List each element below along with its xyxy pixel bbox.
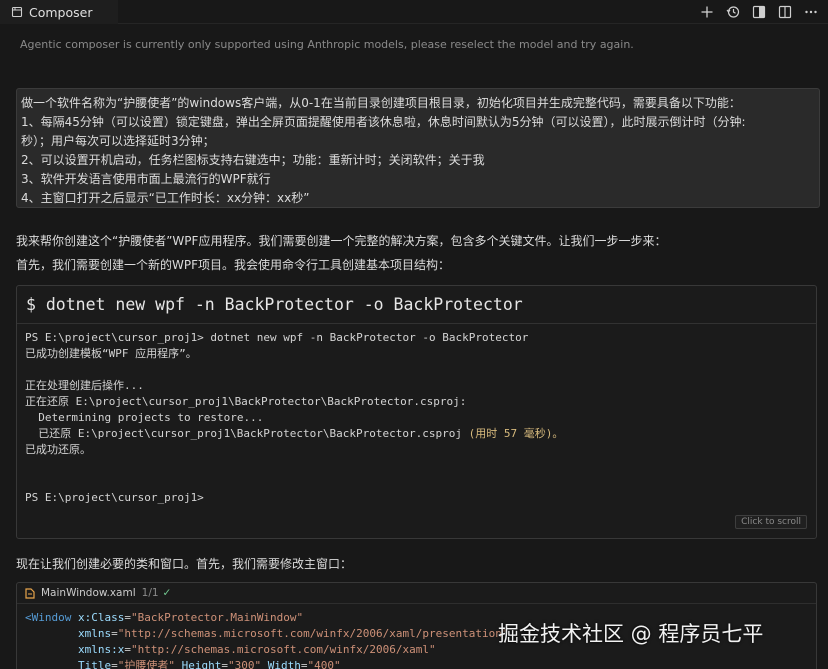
toolbar <box>696 3 822 21</box>
code-token: x:Class <box>78 611 125 624</box>
code-token: = <box>111 627 118 640</box>
code-line: Title="护腰使者" Height="300" Width="400" <box>25 658 816 669</box>
terminal-line: 已成功还原。 <box>25 443 91 456</box>
file-icon <box>25 587 35 599</box>
code-token: = <box>124 643 131 656</box>
code-page-count: 1/1 <box>141 587 159 599</box>
more-icon[interactable] <box>800 3 822 21</box>
split-view-icon[interactable] <box>774 3 796 21</box>
prompt-line: 2、可以设置开机启动，任务栏图标支持右键选中；功能：重新计时；关闭软件；关于我 <box>21 153 485 167</box>
code-token: = <box>221 659 228 669</box>
code-token: = <box>111 659 118 669</box>
terminal-line: PS E:\project\cursor_proj1> dotnet new w… <box>25 331 529 344</box>
watermark: 掘金技术社区 @ 程序员七平 <box>498 622 764 646</box>
prompt-line: 4、主窗口打开之后显示“已工作时长：xx分钟：xx秒” <box>21 191 310 205</box>
terminal-line: 已还原 E:\project\cursor_proj1\BackProtecto… <box>25 426 816 442</box>
tab-label: Composer <box>29 4 93 20</box>
terminal-output: PS E:\project\cursor_proj1> dotnet new w… <box>17 324 816 506</box>
answer-text: 我来帮你创建这个“护腰使者”WPF应用程序。我们需要创建一个完整的解决方案，包含… <box>16 234 667 248</box>
code-token: < <box>25 611 32 624</box>
answer-text: 现在让我们创建必要的类和窗口。首先，我们需要修改主窗口： <box>16 557 353 571</box>
prompt-line: 3、软件开发语言使用市面上最流行的WPF就行 <box>21 172 271 186</box>
toggle-panel-icon[interactable] <box>748 3 770 21</box>
answer-text: 首先，我们需要创建一个新的WPF项目。我会使用命令行工具创建基本项目结构： <box>16 258 451 272</box>
prompt-line: 秒）；用户每次可以选择延时3分钟； <box>21 134 215 148</box>
code-token: Height <box>174 659 222 669</box>
code-filename: MainWindow.xaml <box>41 587 136 599</box>
user-prompt[interactable]: 做一个软件名称为“护腰使者”的windows客户端，从0-1在当前目录创建项目根… <box>16 88 820 208</box>
terminal-line: Determining projects to restore... <box>25 411 264 424</box>
code-token: xmlns:x <box>77 643 125 656</box>
code-token: "BackProtector.MainWindow" <box>130 611 304 624</box>
code-file-header[interactable]: MainWindow.xaml 1/1 ✓ <box>17 583 816 604</box>
terminal-duration: (用时 57 毫秒)。 <box>468 427 564 440</box>
code-token: = <box>124 611 131 624</box>
code-token: "护腰使者" <box>117 659 175 669</box>
terminal-line: 正在处理创建后操作... <box>25 379 144 392</box>
terminal-command: $ dotnet new wpf -n BackProtector -o Bac… <box>17 286 816 324</box>
code-token: Window <box>31 611 72 624</box>
prompt-line: 1、每隔45分钟（可以设置）锁定键盘，弹出全屏页面提醒使用者该休息啦，休息时间默… <box>21 115 746 129</box>
terminal-line: 正在还原 E:\project\cursor_proj1\BackProtect… <box>25 395 467 408</box>
terminal-line: 已成功创建模板“WPF 应用程序”。 <box>25 347 197 360</box>
prompt-line: 做一个软件名称为“护腰使者”的windows客户端，从0-1在当前目录创建项目根… <box>21 96 741 110</box>
tab-composer[interactable]: Composer <box>0 0 118 24</box>
plus-icon[interactable] <box>696 3 718 21</box>
code-token: Width <box>261 659 301 669</box>
check-icon: ✓ <box>162 587 172 599</box>
model-notice: Agentic composer is currently only suppo… <box>20 38 634 51</box>
click-to-scroll-button[interactable]: Click to scroll <box>735 515 807 529</box>
code-token: "400" <box>307 659 341 669</box>
code-token: xmlns <box>77 627 112 640</box>
code-token: Title <box>77 659 112 669</box>
composer-icon <box>11 6 23 18</box>
top-bar: Composer <box>0 0 828 24</box>
terminal-block: $ dotnet new wpf -n BackProtector -o Bac… <box>16 285 817 539</box>
history-icon[interactable] <box>722 3 744 21</box>
code-token: "300" <box>227 659 262 669</box>
terminal-line: PS E:\project\cursor_proj1> <box>25 491 204 504</box>
terminal-text: 已还原 E:\project\cursor_proj1\BackProtecto… <box>25 427 469 440</box>
composer-window: Composer Agentic composer is currently o… <box>0 0 828 669</box>
code-token: "http://schemas.microsoft.com/winfx/2006… <box>117 627 509 640</box>
code-token: "http://schemas.microsoft.com/winfx/2006… <box>130 643 436 656</box>
